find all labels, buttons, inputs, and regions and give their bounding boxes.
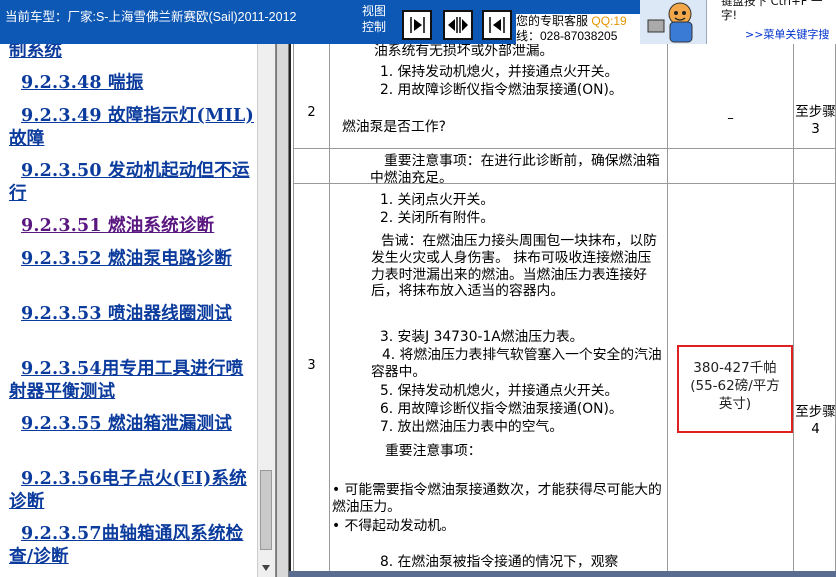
step-text: 1. 关闭点火开关。 (380, 192, 495, 208)
spec-value: – (727, 111, 734, 126)
important-note: 重要注意事项：在进行此诊断前，确保燃油箱中燃油充足。 (370, 153, 660, 186)
search-hint-box: 键盘按下 Ctrl+F 一 字! >>菜单关键字搜 (706, 0, 836, 44)
step-text: 2. 用故障诊断仪指令燃油泵接通(ON)。 (380, 82, 623, 98)
customer-service-info: 您的专职客服 QQ:19 线：028-87038205 (516, 14, 640, 44)
toc-item[interactable]: 9.2.3.50 发动机起动但不运行 (9, 160, 257, 206)
toc-item[interactable]: 9.2.3.48 喘振 (9, 72, 257, 95)
service-phone: 线：028-87038205 (516, 29, 618, 43)
show-both-panes-button[interactable] (443, 10, 473, 40)
diagnostic-table-pane: 2 油系统有无损坏或外部泄漏。 1. 保持发动机熄火，并接通点火开关。 2. 用… (289, 44, 836, 577)
spec-value-line: 380-427千帕 (693, 360, 777, 376)
show-left-pane-button[interactable] (482, 10, 512, 40)
mascot-logo (640, 0, 706, 44)
step-text: 8. 在燃油泵被指令接通的情况下，观察 (380, 554, 619, 570)
horizontal-scrollbar[interactable] (289, 571, 836, 577)
spec-value-cell: 380-427千帕 (55-62磅/平方 英寸) (668, 149, 794, 577)
sidebar-scroll-thumb[interactable] (260, 470, 272, 550)
table-row: 3 重要注意事项：在进行此诊断前，确保燃油箱中燃油充足。 1. 关闭点火开关。 … (293, 148, 836, 577)
toc-item[interactable]: 9.2.3.53 喷油器线圈测试 (9, 303, 257, 326)
step-text: 3. 安装J 34730-1A燃油压力表。 (380, 329, 584, 345)
step-text: 2. 关闭所有附件。 (380, 210, 495, 226)
arrow-right-bar-icon (410, 17, 425, 33)
toc-item[interactable]: 9.2.3.56电子点火(EI)系统诊断 (9, 468, 257, 514)
show-right-pane-button[interactable] (402, 10, 432, 40)
pane-splitter[interactable] (276, 44, 289, 577)
next-step-cell: 至步骤4 (794, 149, 836, 577)
step-text: 油系统有无损坏或外部泄漏。 (374, 44, 554, 59)
bullet-text: • 可能需要指令燃油泵接通数次，才能获得尽可能大的燃油压力。 (332, 482, 662, 515)
step-question: 燃油泵是否工作? (342, 119, 446, 135)
toc-item[interactable]: 9.2.3.52 燃油泵电路诊断 (9, 248, 257, 271)
step-description: 重要注意事项：在进行此诊断前，确保燃油箱中燃油充足。 1. 关闭点火开关。 2.… (330, 149, 668, 577)
scroll-down-icon[interactable] (260, 561, 272, 575)
table-left-border (289, 44, 291, 577)
arrow-left-bar-icon (489, 17, 505, 33)
menu-keyword-search-link[interactable]: >>菜单关键字搜 (745, 26, 829, 42)
step-text: 5. 保持发动机熄火，并接通点火开关。 (380, 383, 619, 399)
view-control-label: 视图 控制 (362, 3, 398, 35)
next-step-link[interactable]: 至步骤3 (794, 104, 836, 138)
spec-value-line: (55-62磅/平方 (690, 378, 780, 394)
next-step-link[interactable]: 至步骤4 (794, 404, 836, 438)
view-control-line2: 控制 (362, 20, 387, 34)
toc-item-active[interactable]: 9.2.3.51 燃油系统诊断 (9, 215, 257, 238)
step-text: 4. 将燃油压力表排气软管塞入一个安全的汽油容器中。 (371, 347, 662, 380)
toc-item[interactable]: 9.2.3.55 燃油箱泄漏测试 (9, 413, 257, 436)
toc-sidebar: 制系统 9.2.3.48 喘振 9.2.3.49 故障指示灯(MIL)故障 9.… (0, 44, 276, 577)
toc-item[interactable]: 9.2.3.57曲轴箱通风系统检查/诊断 (9, 523, 257, 569)
step-text: 6. 用故障诊断仪指令燃油泵接通(ON)。 (380, 401, 623, 417)
step-number: 3 (294, 149, 330, 577)
bullet-text: • 不得起动发动机。 (332, 518, 455, 534)
fuel-pressure-spec: 380-427千帕 (55-62磅/平方 英寸) (677, 345, 793, 433)
toc-item[interactable]: 9.2.3.49 故障指示灯(MIL)故障 (9, 105, 257, 151)
split-arrows-icon (448, 17, 468, 33)
sidebar-scrollbar[interactable] (257, 44, 275, 577)
service-label: 您的专职客服 (516, 14, 589, 28)
step-text: 1. 保持发动机熄火，并接通点火开关。 (380, 64, 619, 80)
toc-item[interactable]: 9.2.3.54用专用工具进行喷射器平衡测试 (9, 358, 257, 404)
current-vehicle-label: 当前车型：厂家:S-上海雪佛兰新赛欧(Sail)2011-2012 (5, 10, 297, 24)
spec-value-line: 英寸) (718, 396, 752, 412)
important-note: 重要注意事项： (385, 443, 482, 459)
toc-item[interactable]: 制系统 (9, 44, 257, 63)
service-qq[interactable]: QQ:19 (591, 14, 626, 28)
step-text: 7. 放出燃油压力表中的空气。 (380, 419, 564, 435)
search-hint-line1: 键盘按下 Ctrl+F 一 (721, 0, 823, 8)
search-hint-text: 键盘按下 Ctrl+F 一 字! (721, 0, 823, 22)
title-bar: 当前车型：厂家:S-上海雪佛兰新赛欧(Sail)2011-2012 视图 控制 … (0, 0, 836, 44)
search-hint-line2: 字! (721, 8, 738, 22)
view-control-line1: 视图 (362, 4, 387, 18)
warning-text: 告诫：在燃油压力接头周围包一块抹布，以防发生火灾或人身伤害。 抹布可吸收连接燃油… (371, 233, 657, 300)
